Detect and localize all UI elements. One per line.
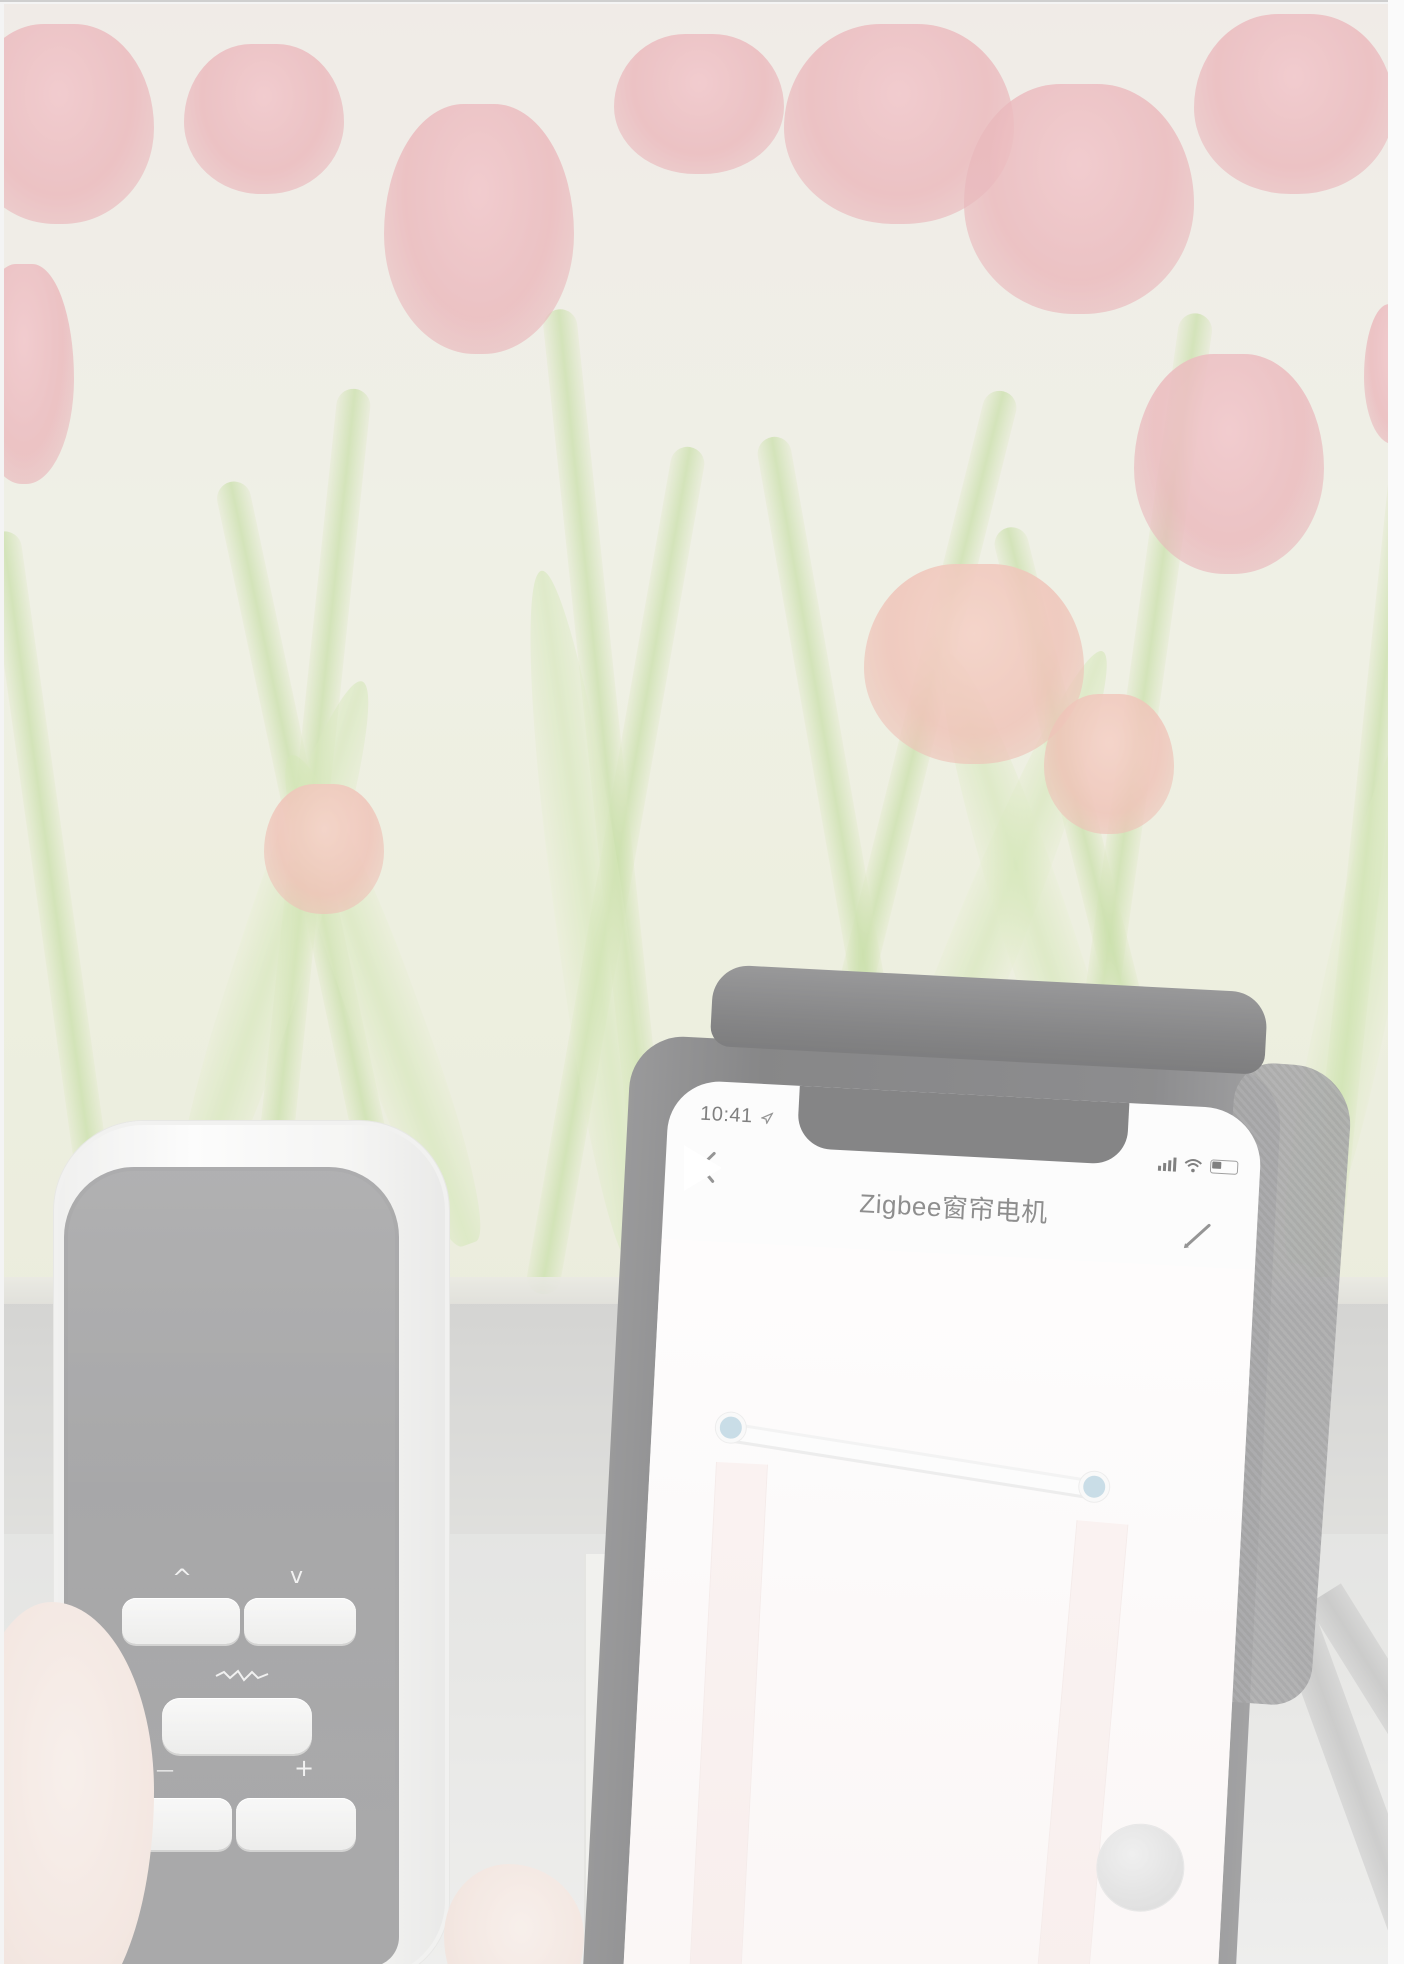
top-border xyxy=(0,0,1390,2)
location-arrow-icon xyxy=(759,1111,774,1125)
curtain-slider-knob[interactable] xyxy=(1095,1822,1186,1913)
curtain-visual xyxy=(623,1238,1255,1964)
pencil-icon[interactable] xyxy=(1180,1218,1216,1254)
page-margin xyxy=(1388,0,1404,1964)
remote-plus-label: + xyxy=(294,1754,315,1782)
page-title: Zigbee窗帘电机 xyxy=(858,1188,1049,1228)
remote-down-label: v xyxy=(290,1564,304,1589)
curtain-rail xyxy=(732,1422,1103,1501)
status-time: 10:41 xyxy=(700,1103,774,1130)
video-scene: ^ v — + 10:41 Zigbee窗帘电机 xyxy=(4,4,1388,1964)
remote-up-button[interactable] xyxy=(122,1598,240,1644)
status-icons xyxy=(1157,1157,1239,1175)
curtain-panel-left xyxy=(688,1461,768,1964)
wifi-icon xyxy=(1184,1159,1202,1173)
battery-icon xyxy=(1209,1159,1239,1175)
remote-up-label: ^ xyxy=(172,1564,193,1592)
remote-minus-label: — xyxy=(156,1760,174,1781)
remote-down-button[interactable] xyxy=(244,1598,356,1644)
video-frame: ^ v — + 10:41 Zigbee窗帘电机 xyxy=(4,4,1388,1964)
rail-right-handle[interactable] xyxy=(1078,1470,1111,1503)
phone-screen: 10:41 Zigbee窗帘电机 xyxy=(623,1079,1264,1964)
play-icon[interactable] xyxy=(680,1142,726,1194)
remote-plus-button[interactable] xyxy=(236,1798,356,1850)
cellular-signal-icon xyxy=(1157,1157,1177,1172)
wave-icon xyxy=(215,1669,269,1682)
remote-stop-button[interactable] xyxy=(162,1698,312,1754)
